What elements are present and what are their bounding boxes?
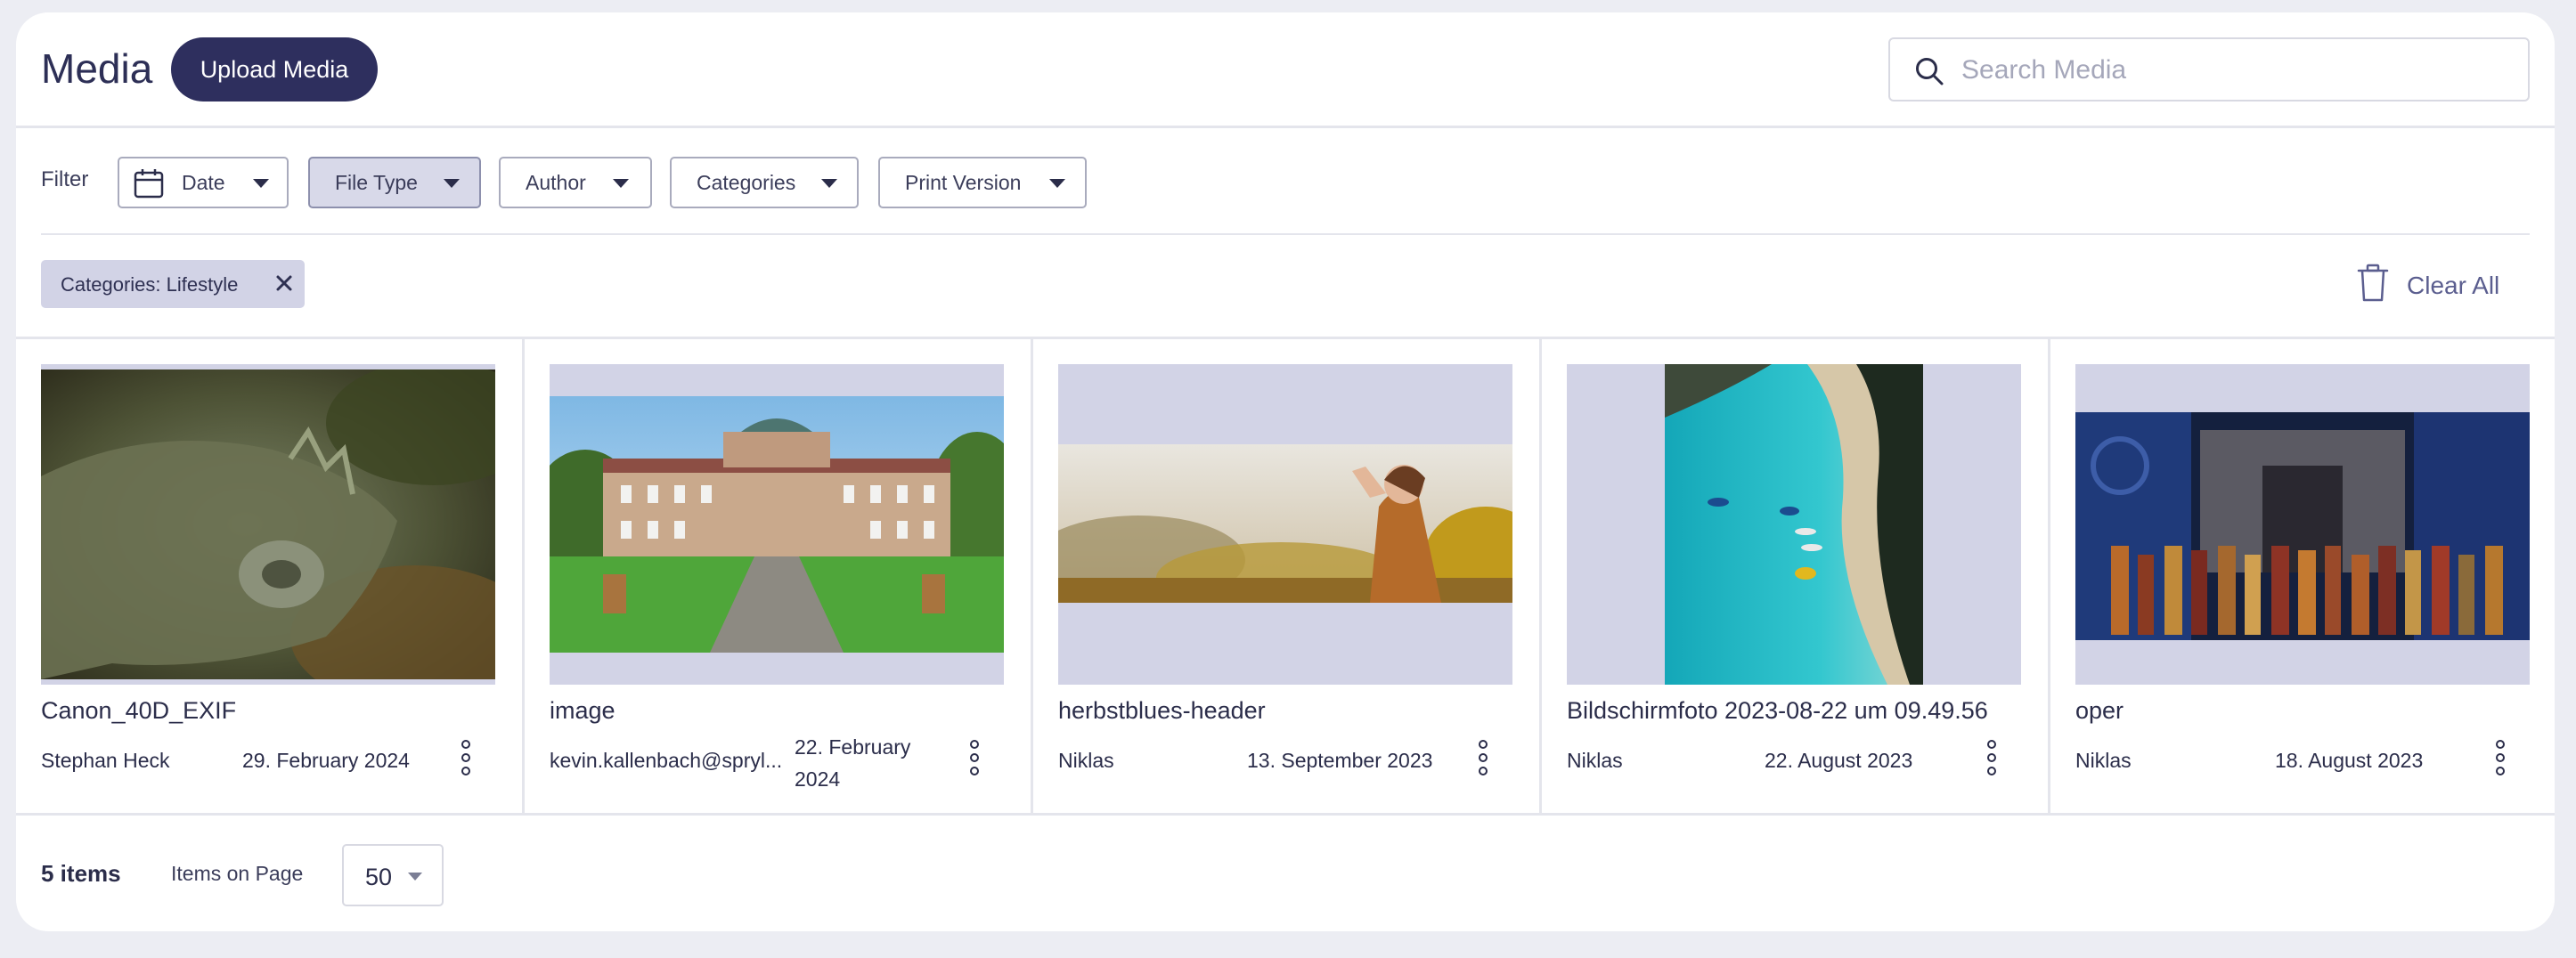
search-input[interactable] [1961, 48, 2514, 93]
more-options-icon[interactable] [452, 738, 479, 777]
calendar-icon [134, 169, 164, 199]
date-filter-button[interactable]: Date [118, 157, 289, 208]
media-author: Niklas [2075, 749, 2132, 772]
page-title: Media [41, 45, 153, 92]
media-thumbnail[interactable] [1058, 364, 1512, 685]
print-version-filter-label: Print Version [905, 170, 1022, 194]
palace-image [550, 396, 1004, 653]
search-box[interactable] [1888, 37, 2530, 101]
media-thumbnail[interactable] [1567, 364, 2021, 685]
media-date: 22. February 2024 [795, 735, 911, 791]
author-filter-button[interactable]: Author [499, 157, 652, 208]
more-options-icon[interactable] [961, 738, 988, 777]
filter-label: Filter [41, 167, 89, 191]
file-type-filter-button[interactable]: File Type [308, 157, 481, 208]
media-date: 22. August 2023 [1765, 749, 1913, 772]
chevron-down-icon [253, 179, 269, 188]
media-author: kevin.kallenbach@spryl... [550, 749, 783, 772]
file-type-filter-label: File Type [335, 170, 418, 194]
beach-aerial-image [1665, 364, 1923, 685]
chevron-down-icon [821, 179, 837, 188]
filter-divider [41, 233, 2530, 235]
author-filter-label: Author [526, 170, 586, 194]
close-icon[interactable] [273, 272, 296, 295]
trash-icon [2357, 264, 2389, 302]
items-per-page-value: 50 [365, 864, 393, 890]
categories-filter-label: Categories [697, 170, 796, 194]
media-date: 29. February 2024 [242, 749, 410, 772]
media-card[interactable]: Canon_40D_EXIF Stephan Heck 29. February… [16, 339, 525, 813]
media-card[interactable]: oper Niklas 18. August 2023 [2050, 339, 2555, 813]
woman-autumn-image [1058, 444, 1512, 603]
active-filter-chip: Categories: Lifestyle [41, 260, 305, 308]
media-card[interactable]: Bildschirmfoto 2023-08-22 um 09.49.56 Ni… [1542, 339, 2050, 813]
date-filter-label: Date [182, 170, 225, 194]
item-count: 5 items [41, 860, 121, 887]
media-grid: Canon_40D_EXIF Stephan Heck 29. February… [16, 337, 2555, 816]
more-options-icon[interactable] [2487, 738, 2514, 777]
chevron-down-icon [408, 873, 422, 881]
search-icon [1916, 58, 1944, 85]
chevron-down-icon [1049, 179, 1065, 188]
media-thumbnail[interactable] [550, 364, 1004, 685]
media-author: Niklas [1567, 749, 1623, 772]
media-title: herbstblues-header [1058, 697, 1266, 724]
media-author: Stephan Heck [41, 749, 170, 772]
items-per-page-select[interactable]: 50 [342, 844, 444, 906]
chevron-down-icon [613, 179, 629, 188]
clear-all-button[interactable]: Clear All [2357, 262, 2535, 306]
upload-media-button[interactable]: Upload Media [171, 37, 378, 101]
iguana-image [41, 369, 495, 679]
media-card[interactable]: image kevin.kallenbach@spryl... 22. Febr… [525, 339, 1033, 813]
items-per-page-label: Items on Page [171, 862, 304, 885]
header: Media Upload Media [16, 12, 2555, 128]
media-card[interactable]: herbstblues-header Niklas 13. September … [1033, 339, 1542, 813]
more-options-icon[interactable] [1470, 738, 1496, 777]
categories-filter-button[interactable]: Categories [670, 157, 859, 208]
media-title: Bildschirmfoto 2023-08-22 um 09.49.56 [1567, 697, 1988, 724]
chip-label: Categories: Lifestyle [61, 273, 239, 296]
media-title: Canon_40D_EXIF [41, 697, 237, 724]
chevron-down-icon [444, 179, 460, 188]
media-author: Niklas [1058, 749, 1114, 772]
media-title: image [550, 697, 615, 724]
media-thumbnail[interactable] [41, 364, 495, 685]
print-version-filter-button[interactable]: Print Version [878, 157, 1087, 208]
opera-stage-image [2075, 412, 2530, 640]
media-title: oper [2075, 697, 2124, 724]
more-options-icon[interactable] [1978, 738, 2005, 777]
clear-all-label: Clear All [2407, 272, 2500, 299]
media-date: 18. August 2023 [2275, 749, 2424, 772]
media-panel: Media Upload Media Filter Date File Type… [16, 12, 2555, 931]
media-thumbnail[interactable] [2075, 364, 2530, 685]
media-date: 13. September 2023 [1247, 749, 1433, 772]
